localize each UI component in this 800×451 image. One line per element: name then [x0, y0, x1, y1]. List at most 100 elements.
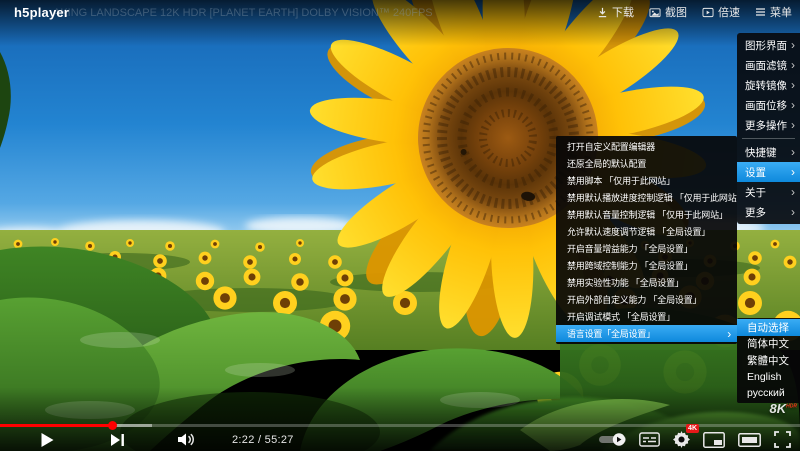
side-item-picture-shift[interactable]: 画面位移 ›	[737, 95, 800, 115]
chevron-right-icon: ›	[791, 38, 795, 52]
progress-bar[interactable]	[0, 421, 800, 430]
side-item-hotkeys[interactable]: 快捷键 ›	[737, 142, 800, 162]
8k-watermark: 8KHDR	[770, 401, 797, 416]
side-menu: 图形界面 › 画面滤镜 › 旋转镜像 › 画面位移 › 更多操作 › 快捷键 › 设置 › 关…	[737, 33, 800, 224]
settings-item-disable-volume-control[interactable]: 禁用默认音量控制逻辑 「仅用于此网站」	[556, 206, 737, 223]
settings-item-label: 开启外部自定义能力 「全局设置」	[567, 295, 702, 305]
settings-item-allow-speed-control[interactable]: 允许默认速度调节逻辑 「全局设置」	[556, 223, 737, 240]
lang-item-auto[interactable]: 自动选择	[737, 319, 800, 336]
time-display: 2:22 / 55:27	[232, 433, 294, 446]
settings-item-open-config-editor[interactable]: 打开自定义配置编辑器	[556, 138, 737, 155]
settings-item-label: 禁用跨域控制能力 「全局设置」	[567, 261, 693, 271]
settings-item-label: 开启音量增益能力 「全局设置」	[567, 244, 693, 254]
video-title: AKING LANDSCAPE 12K HDR [PLANET EARTH] D…	[53, 7, 433, 19]
side-item-label: 画面滤镜	[745, 59, 787, 72]
download-label: 下载	[612, 7, 634, 19]
quality-badge: 4K	[686, 424, 699, 433]
lang-item-zh-cn[interactable]: 简体中文	[737, 336, 800, 353]
next-button[interactable]	[110, 433, 125, 447]
download-icon	[597, 7, 608, 18]
side-item-label: 更多操作	[745, 119, 787, 132]
theater-icon[interactable]	[738, 432, 761, 447]
play-button[interactable]	[40, 432, 55, 448]
settings-item-label: 禁用默认音量控制逻辑 「仅用于此网站」	[567, 210, 728, 220]
side-item-label: 图形界面	[745, 39, 787, 52]
screenshot-label: 截图	[665, 7, 687, 19]
topbar-buttons: 下载 截图 倍速 菜单	[597, 4, 792, 20]
side-item-more[interactable]: 更多 ›	[737, 202, 800, 222]
lang-item-label: 繁體中文	[747, 354, 789, 367]
language-menu: 自动选择 简体中文 繁體中文 English русский	[737, 318, 800, 403]
settings-item-volume-gain[interactable]: 开启音量增益能力 「全局设置」	[556, 240, 737, 257]
settings-item-label: 禁用实验性功能 「全局设置」	[567, 278, 684, 288]
miniplayer-icon[interactable]	[703, 431, 725, 448]
lang-item-label: 自动选择	[747, 321, 789, 334]
menu-divider	[742, 138, 795, 139]
settings-item-label: 禁用脚本 「仅用于此网站」	[567, 176, 675, 186]
h5player-logo: h5player	[14, 5, 70, 20]
settings-menu: 打开自定义配置编辑器 还原全局的默认配置 禁用脚本 「仅用于此网站」 禁用默认播…	[556, 136, 737, 344]
player-controls: 2:22 / 55:27 4K	[0, 424, 800, 451]
side-item-label: 设置	[745, 166, 766, 179]
subtitles-icon[interactable]	[639, 432, 660, 447]
chevron-right-icon: ›	[727, 326, 731, 341]
progress-played	[0, 424, 112, 427]
chevron-right-icon: ›	[791, 98, 795, 112]
side-item-label: 关于	[745, 186, 766, 199]
side-item-label: 快捷键	[745, 146, 777, 159]
settings-item-disable-experimental[interactable]: 禁用实验性功能 「全局设置」	[556, 274, 737, 291]
settings-item-external-custom[interactable]: 开启外部自定义能力 「全局设置」	[556, 291, 737, 308]
chevron-right-icon: ›	[791, 145, 795, 159]
lang-item-zh-tw[interactable]: 繁體中文	[737, 352, 800, 369]
chevron-right-icon: ›	[791, 58, 795, 72]
side-item-label: 更多	[745, 206, 766, 219]
side-item-graphic-ui[interactable]: 图形界面 ›	[737, 35, 800, 55]
lang-item-english[interactable]: English	[737, 369, 800, 386]
lang-item-russian[interactable]: русский	[737, 385, 800, 402]
settings-item-label: 语言设置「全局设置」	[567, 329, 656, 339]
watermark-text: 8K	[769, 401, 787, 416]
settings-item-label: 允许默认速度调节逻辑 「全局设置」	[567, 227, 711, 237]
settings-item-restore-defaults[interactable]: 还原全局的默认配置	[556, 155, 737, 172]
settings-item-label: 打开自定义配置编辑器	[567, 142, 656, 152]
video-player: h5player AKING LANDSCAPE 12K HDR [PLANET…	[0, 0, 800, 451]
settings-item-language[interactable]: 语言设置「全局设置」 ›	[556, 325, 737, 342]
settings-item-debug-mode[interactable]: 开启调试模式 「全局设置」	[556, 308, 737, 325]
chevron-right-icon: ›	[791, 185, 795, 199]
download-button[interactable]: 下载	[597, 4, 634, 20]
chevron-right-icon: ›	[791, 165, 795, 179]
settings-item-label: 还原全局的默认配置	[567, 159, 647, 169]
volume-button[interactable]	[177, 432, 196, 447]
speed-icon	[702, 7, 714, 18]
side-item-rotate-mirror[interactable]: 旋转镜像 ›	[737, 75, 800, 95]
chevron-right-icon: ›	[791, 205, 795, 219]
speed-label: 倍速	[718, 7, 740, 19]
menu-button[interactable]: 菜单	[755, 4, 792, 20]
lang-item-label: русский	[747, 387, 785, 400]
side-item-more-actions[interactable]: 更多操作 ›	[737, 115, 800, 135]
controls-right: 4K	[599, 424, 800, 448]
settings-gear-icon[interactable]: 4K	[673, 424, 699, 448]
speed-button[interactable]: 倍速	[702, 4, 740, 20]
screenshot-button[interactable]: 截图	[649, 4, 687, 20]
side-item-filters[interactable]: 画面滤镜 ›	[737, 55, 800, 75]
chevron-right-icon: ›	[791, 118, 795, 132]
watermark-badge: HDR	[786, 403, 797, 410]
menu-label: 菜单	[770, 7, 792, 19]
settings-item-disable-script[interactable]: 禁用脚本 「仅用于此网站」	[556, 172, 737, 189]
side-item-settings[interactable]: 设置 ›	[737, 162, 800, 182]
lang-item-label: English	[747, 370, 782, 383]
settings-item-disable-crossorigin[interactable]: 禁用跨域控制能力 「全局设置」	[556, 257, 737, 274]
lang-item-label: 简体中文	[747, 338, 789, 351]
side-item-label: 旋转镜像	[745, 79, 787, 92]
fullscreen-icon[interactable]	[774, 431, 791, 448]
side-item-about[interactable]: 关于 ›	[737, 182, 800, 202]
controls-left: 2:22 / 55:27	[0, 432, 294, 448]
side-item-label: 画面位移	[745, 99, 787, 112]
autoplay-toggle[interactable]	[599, 433, 626, 446]
settings-item-disable-progress-control[interactable]: 禁用默认播放进度控制逻辑 「仅用于此网站」	[556, 189, 737, 206]
chevron-right-icon: ›	[791, 78, 795, 92]
screenshot-icon	[649, 7, 661, 18]
settings-item-label: 禁用默认播放进度控制逻辑 「仅用于此网站」	[567, 193, 737, 203]
menu-icon	[755, 7, 766, 17]
